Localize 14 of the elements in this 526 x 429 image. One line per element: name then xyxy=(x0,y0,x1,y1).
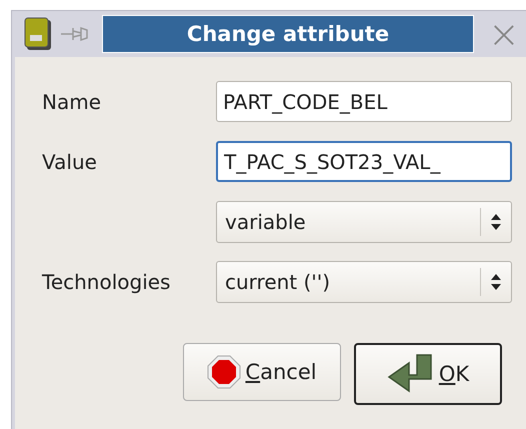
pin-icon[interactable] xyxy=(60,25,88,43)
dropdown[interactable]: current ('') xyxy=(216,260,512,302)
document-icon xyxy=(24,17,52,51)
dropdown[interactable]: variable xyxy=(216,200,512,242)
field-label: Technologies xyxy=(42,270,172,294)
field-label: Name xyxy=(42,90,102,114)
return-arrow-icon xyxy=(386,353,435,395)
text-field[interactable]: T_PAC_S_SOT23_VAL_ xyxy=(216,141,512,182)
text-field[interactable]: PART_CODE_BEL xyxy=(216,81,512,122)
ok-button[interactable]: OK xyxy=(354,343,502,405)
cancel-button[interactable]: Cancel xyxy=(183,343,341,401)
field-label: Value xyxy=(42,150,98,174)
window-title: Change attribute xyxy=(102,15,474,53)
stop-icon xyxy=(207,355,242,389)
